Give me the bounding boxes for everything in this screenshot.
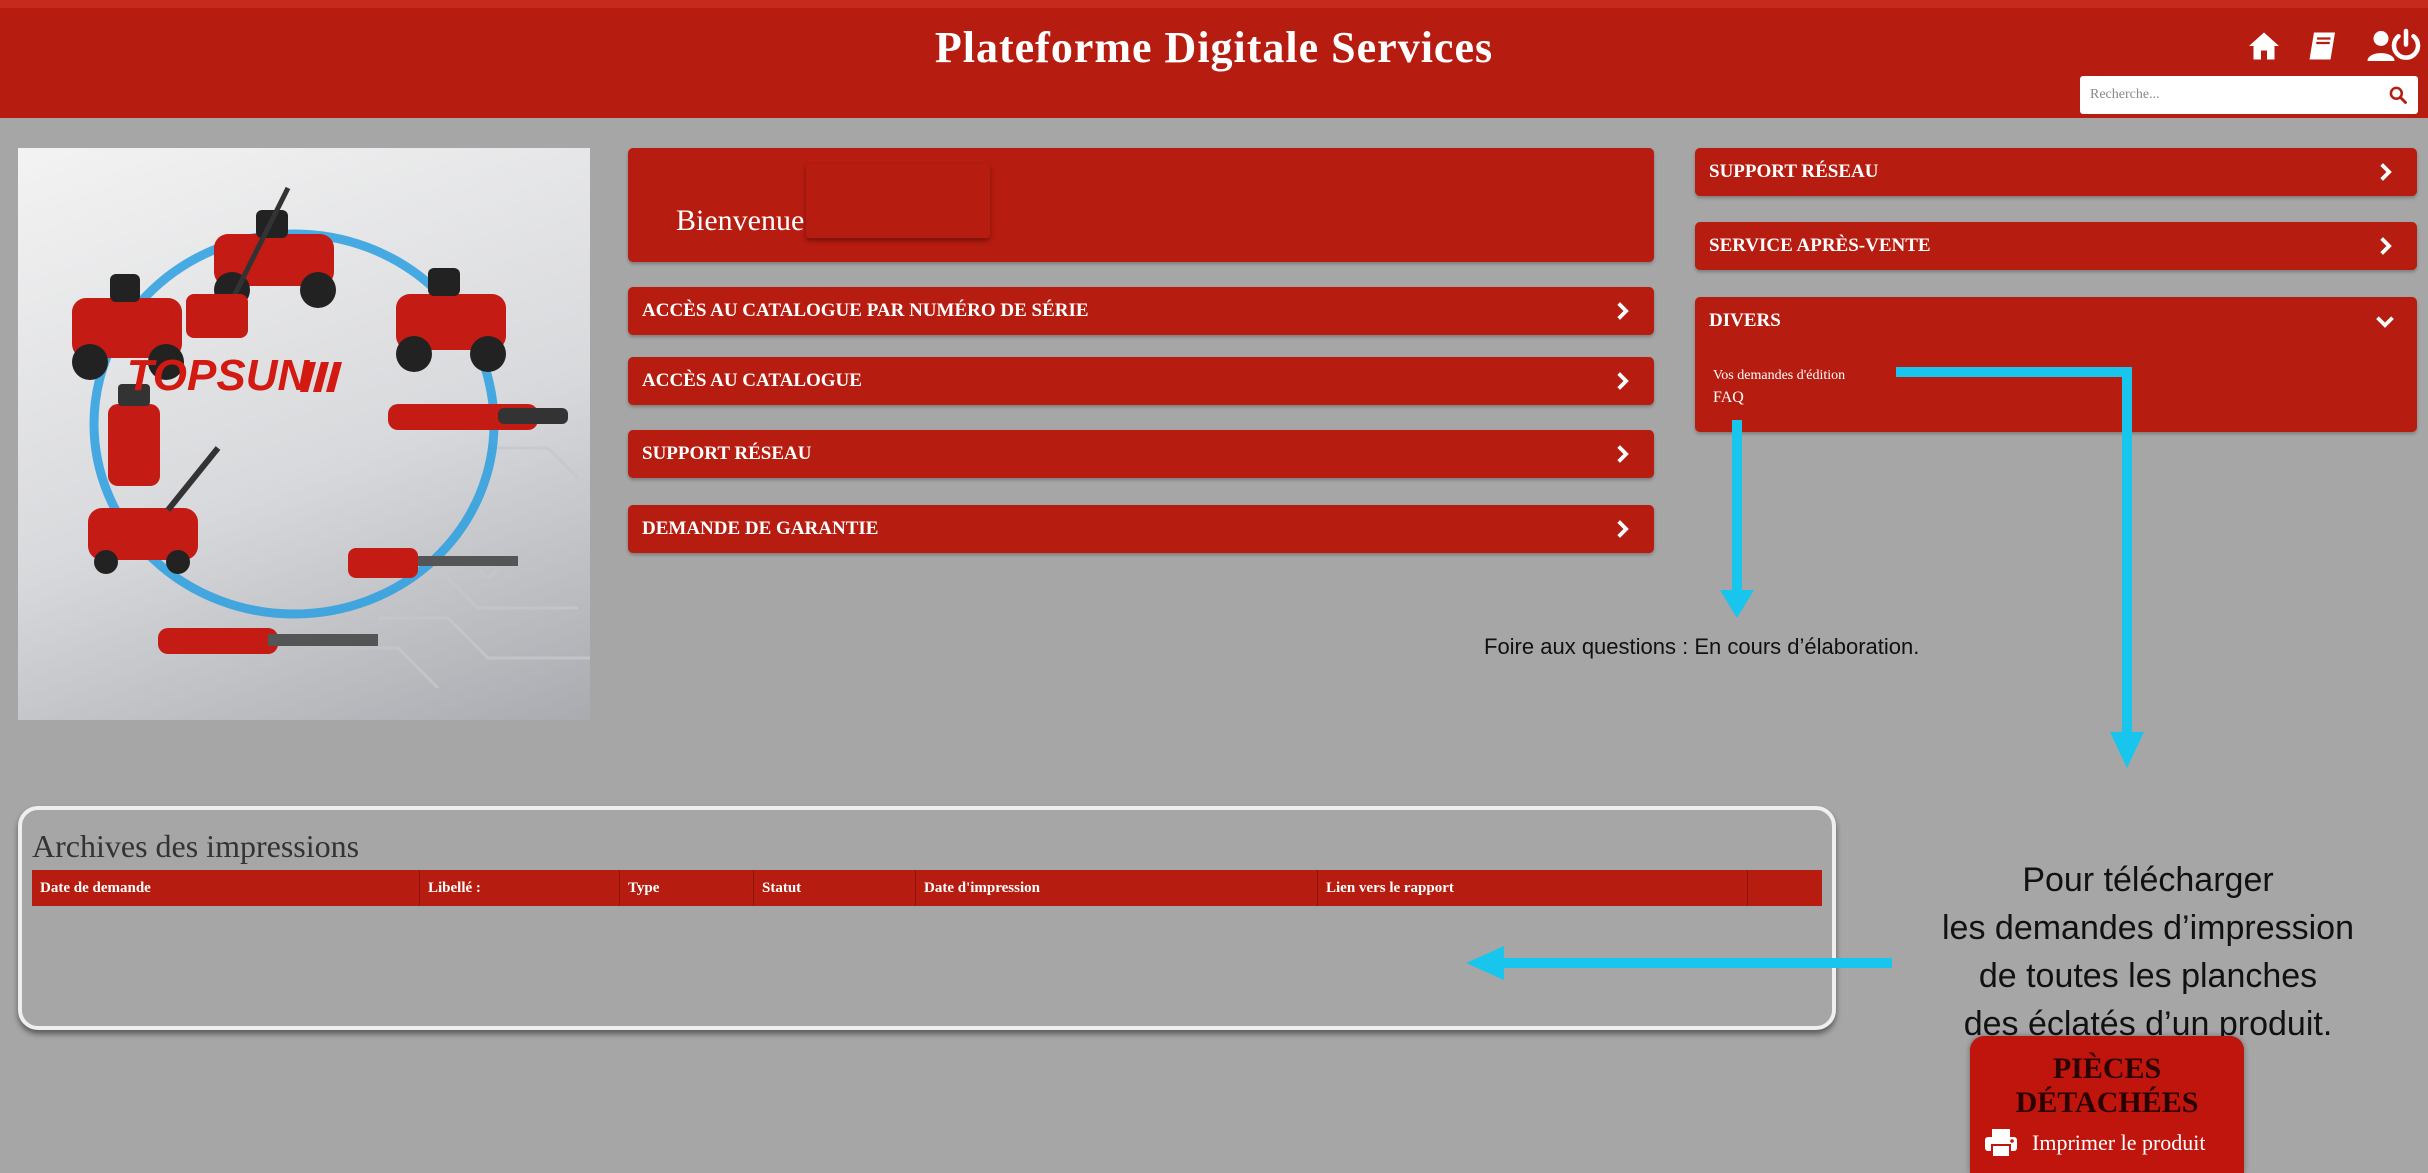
download-note-line: de toutes les planches xyxy=(1978,957,2318,995)
printer-icon xyxy=(1985,1129,2017,1158)
archives-arrow-head xyxy=(1466,946,1504,980)
edition-arrow-horizontal xyxy=(1896,367,2132,377)
pieces-detachees-panel: PIÈCES DÉTACHÉES Imprimer le produit xyxy=(1970,1036,2244,1173)
edition-arrow-shaft xyxy=(2122,367,2132,735)
faq-arrow-shaft xyxy=(1732,420,1742,594)
pieces-title: PIÈCES DÉTACHÉES xyxy=(2015,1052,2199,1119)
download-note-line: les demandes d’impression xyxy=(1942,909,2354,947)
print-product-button[interactable]: Imprimer le produit xyxy=(1984,1128,2206,1158)
download-note-line: Pour télécharger xyxy=(2022,861,2274,899)
archives-arrow-shaft xyxy=(1502,958,1892,968)
faq-annotation: Foire aux questions : En cours d’élabora… xyxy=(1484,634,1920,659)
download-annotation: Pour télécharger les demandes d’impressi… xyxy=(1878,856,2418,1048)
faq-arrow-head xyxy=(1720,590,1754,618)
print-product-label: Imprimer le produit xyxy=(2032,1130,2206,1155)
edition-arrow-head xyxy=(2110,732,2144,768)
